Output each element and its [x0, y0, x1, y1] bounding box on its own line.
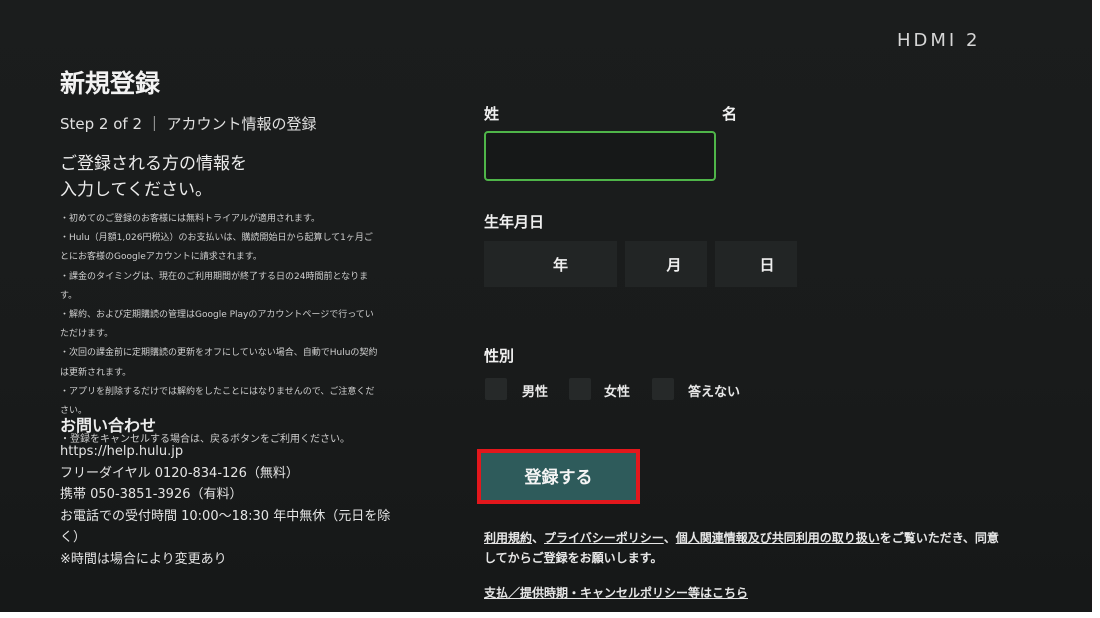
gender-female-radio[interactable]: [569, 378, 591, 400]
note-line: ・課金のタイミングは、現在のご利用期間が終了する日の24時間前となりま: [60, 271, 369, 282]
personal-info-link[interactable]: 個人関連情報及び共同利用の取り扱い: [676, 531, 880, 545]
tv-screen: HDMI 2 新規登録 Step 2 of 2 ｜ アカウント情報の登録 ご登録…: [0, 0, 1092, 612]
terms-of-use-link[interactable]: 利用規約: [484, 531, 532, 545]
birth-month-field[interactable]: 月: [625, 241, 707, 287]
page-title: 新規登録: [60, 69, 161, 98]
terms-separator: 、: [532, 531, 545, 545]
note-line: ・初めてのご登録のお客様には無料トライアルが適用されます。: [60, 214, 321, 224]
first-name-label: 名: [722, 105, 738, 123]
contact-info: https://help.hulu.jp フリーダイヤル 0120-834-12…: [60, 441, 400, 570]
cancellation-policy-link[interactable]: 支払／提供時期・キャンセルポリシー等はこちら: [484, 584, 748, 601]
year-label: 年: [552, 255, 568, 274]
birth-year-field[interactable]: 年: [484, 241, 617, 287]
contact-title: お問い合わせ: [60, 416, 157, 435]
contact-url: https://help.hulu.jp: [60, 444, 184, 459]
contact-note: ※時間は場合により変更あり: [60, 551, 227, 567]
heading-line: ご登録される方の情報を: [60, 154, 247, 174]
birth-day-field[interactable]: 日: [715, 241, 797, 287]
register-button[interactable]: 登録する: [477, 449, 640, 504]
input-source-label: HDMI 2: [897, 30, 981, 51]
month-label: 月: [666, 255, 682, 274]
step-indicator: Step 2 of 2 ｜ アカウント情報の登録: [60, 115, 317, 133]
gender-none-label: 答えない: [688, 385, 741, 400]
note-line: ただけます。: [60, 329, 114, 340]
note-line: は更新されます。: [60, 367, 132, 378]
gender-label: 性別: [484, 347, 515, 365]
gender-male-label: 男性: [522, 385, 549, 400]
contact-mobile: 携帯 050-3851-3926（有料）: [60, 487, 243, 502]
register-button-label: 登録する: [524, 468, 593, 488]
contact-hours: お電話での受付時間 10:00〜18:30 年中無休（元日を除: [60, 508, 391, 524]
terms-text-1: をご覧いただき、同意: [879, 531, 999, 545]
birthdate-label: 生年月日: [484, 213, 545, 231]
note-line: ・アプリを削除するだけでは解約をしたことにはなりませんので、ご注意くだ: [60, 386, 375, 397]
privacy-policy-link[interactable]: プライバシーポリシー: [544, 531, 664, 545]
last-name-input[interactable]: [486, 133, 714, 179]
note-line: とにお客様のGoogleアカウントに請求されます。: [60, 252, 262, 263]
day-label: 日: [759, 255, 775, 274]
contact-hours-cont: く）: [60, 530, 87, 545]
gender-male-radio[interactable]: [485, 378, 507, 400]
note-line: す。: [60, 290, 78, 301]
gender-female-label: 女性: [604, 385, 631, 400]
last-name-label: 姓: [484, 105, 500, 123]
note-line: ・Hulu（月額1,026円税込）のお支払いは、購読開始日から起算して1ヶ月ご: [60, 233, 373, 244]
note-line: ・解約、および定期購読の管理はGoogle Playのアカウントページで行ってい: [60, 310, 374, 321]
contact-freedial: フリーダイヤル 0120-834-126（無料）: [60, 465, 299, 481]
heading-line: 入力してください。: [60, 180, 212, 200]
terms-text: 利用規約、プライバシーポリシー、個人関連情報及び共同利用の取り扱いをご覧いただき…: [484, 528, 1064, 568]
last-name-field[interactable]: [484, 131, 716, 181]
gender-none-radio[interactable]: [652, 378, 674, 400]
notes-list: ・初めてのご登録のお客様には無料トライアルが適用されます。 ・Hulu（月額1,…: [60, 210, 405, 421]
first-name-field[interactable]: [720, 131, 990, 177]
instruction-heading: ご登録される方の情報を 入力してください。: [60, 151, 360, 203]
terms-text-2: してからご登録をお願いします。: [484, 551, 663, 565]
note-line: ・次回の課金前に定期購読の更新をオフにしていない場合、自動でHuluの契約: [60, 348, 378, 359]
terms-separator: 、: [663, 531, 676, 545]
